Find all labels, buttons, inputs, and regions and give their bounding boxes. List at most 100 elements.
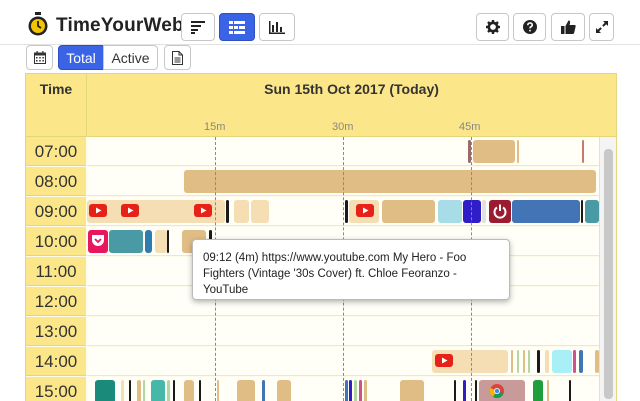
activity-segment[interactable]: [121, 380, 124, 401]
activity-segment[interactable]: [517, 140, 519, 163]
activity-segment[interactable]: [354, 380, 357, 401]
activity-segment[interactable]: [482, 200, 486, 223]
calendar-icon: [33, 51, 46, 64]
activity-segment[interactable]: [151, 380, 165, 401]
activity-segment[interactable]: [582, 140, 584, 163]
activity-segment[interactable]: [129, 380, 131, 401]
segment-tooltip: 09:12 (4m) https://www.youtube.com My He…: [192, 239, 510, 300]
expand-icon: [595, 21, 608, 33]
like-button[interactable]: [551, 13, 585, 41]
view-chart-button[interactable]: [259, 13, 295, 41]
activity-segment[interactable]: [226, 200, 229, 223]
activity-segment[interactable]: [251, 200, 269, 223]
view-sort-button[interactable]: [181, 13, 215, 41]
activity-segment[interactable]: [537, 350, 540, 373]
activity-segment[interactable]: [552, 350, 572, 373]
activity-segment[interactable]: [585, 200, 599, 223]
row-label-1500: 15:00: [26, 377, 86, 401]
tick-label-15m: 15m: [204, 121, 226, 133]
date-header: Sun 15th Oct 2017 (Today): [264, 81, 439, 97]
activity-segment[interactable]: [475, 380, 477, 401]
activity-segment[interactable]: [167, 380, 170, 401]
activity-segment[interactable]: [109, 230, 143, 253]
active-label: Active: [111, 49, 150, 66]
activity-segment[interactable]: [155, 230, 167, 253]
activity-segment[interactable]: [511, 350, 513, 373]
activity-segment[interactable]: [545, 350, 549, 373]
activity-segment[interactable]: [364, 380, 367, 401]
app-header: TimeYourWeb: [0, 0, 640, 45]
activity-segment[interactable]: [359, 380, 362, 401]
question-icon: [522, 20, 537, 34]
settings-button[interactable]: [476, 13, 509, 41]
activity-segment[interactable]: [184, 170, 596, 193]
activity-segment[interactable]: [438, 200, 462, 223]
app-title: TimeYourWeb: [56, 15, 184, 36]
activity-segment[interactable]: [579, 350, 583, 373]
thumbs-up-icon: [560, 20, 576, 34]
activity-segment[interactable]: [173, 380, 175, 401]
total-toggle[interactable]: Total: [58, 45, 104, 70]
activity-segment[interactable]: [234, 200, 249, 223]
activity-segment[interactable]: [145, 230, 152, 253]
pocket-icon[interactable]: [91, 234, 105, 247]
timeline-icon: [229, 20, 245, 34]
activity-segment[interactable]: [237, 380, 255, 401]
power-icon[interactable]: [493, 204, 507, 219]
view-timeline-button[interactable]: [219, 13, 255, 41]
activity-segment[interactable]: [400, 380, 424, 401]
activity-segment[interactable]: [217, 380, 219, 401]
activity-segment[interactable]: [95, 380, 115, 401]
activity-segment[interactable]: [463, 200, 481, 223]
row-label-0800: 08:00: [26, 167, 86, 196]
activity-segment[interactable]: [454, 380, 456, 401]
total-label: Total: [66, 49, 96, 66]
activity-segment[interactable]: [463, 380, 466, 401]
activity-segment[interactable]: [533, 380, 543, 401]
row-label-1300: 13:00: [26, 317, 86, 346]
scrollbar-thumb[interactable]: [604, 149, 613, 399]
youtube-icon[interactable]: [89, 204, 107, 217]
activity-segment[interactable]: [199, 380, 201, 401]
youtube-icon[interactable]: [121, 204, 139, 217]
time-column-header: Time: [26, 74, 87, 136]
calendar-button[interactable]: [26, 45, 53, 70]
youtube-icon[interactable]: [194, 204, 212, 217]
document-icon: [172, 50, 183, 65]
row-label-1100: 11:00: [26, 257, 86, 286]
activity-segment[interactable]: [345, 380, 348, 401]
activity-segment[interactable]: [184, 380, 194, 401]
row-label-0900: 09:00: [26, 197, 86, 226]
activity-segment[interactable]: [517, 350, 519, 373]
expand-button[interactable]: [589, 13, 614, 41]
activity-segment[interactable]: [277, 380, 291, 401]
activity-segment[interactable]: [382, 200, 435, 223]
youtube-icon[interactable]: [356, 204, 374, 217]
activity-segment[interactable]: [349, 380, 352, 401]
activity-segment[interactable]: [581, 200, 583, 223]
activity-segment[interactable]: [573, 350, 576, 373]
help-button[interactable]: [513, 13, 546, 41]
activity-segment[interactable]: [345, 200, 348, 223]
activity-segment[interactable]: [512, 200, 580, 223]
row-label-1200: 12:00: [26, 287, 86, 316]
vertical-scrollbar[interactable]: [599, 137, 616, 401]
active-toggle[interactable]: Active: [103, 45, 158, 70]
activity-segment[interactable]: [137, 380, 141, 401]
activity-segment[interactable]: [569, 380, 571, 401]
timeline-header: Time Sun 15th Oct 2017 (Today) 15m 30m 4…: [26, 74, 616, 137]
chrome-icon[interactable]: [490, 384, 504, 398]
tick-label-30m: 30m: [332, 121, 354, 133]
activity-segment[interactable]: [523, 350, 525, 373]
row-label-1400: 14:00: [26, 347, 86, 376]
activity-segment[interactable]: [473, 140, 515, 163]
youtube-icon[interactable]: [435, 354, 453, 367]
report-button[interactable]: [164, 45, 191, 70]
row-label-0700: 07:00: [26, 137, 86, 166]
activity-segment[interactable]: [528, 350, 530, 373]
activity-segment[interactable]: [262, 380, 265, 401]
activity-segment[interactable]: [143, 380, 145, 401]
activity-segment[interactable]: [547, 380, 549, 401]
tick-label-45m: 45m: [459, 121, 481, 133]
activity-segment[interactable]: [167, 230, 169, 253]
